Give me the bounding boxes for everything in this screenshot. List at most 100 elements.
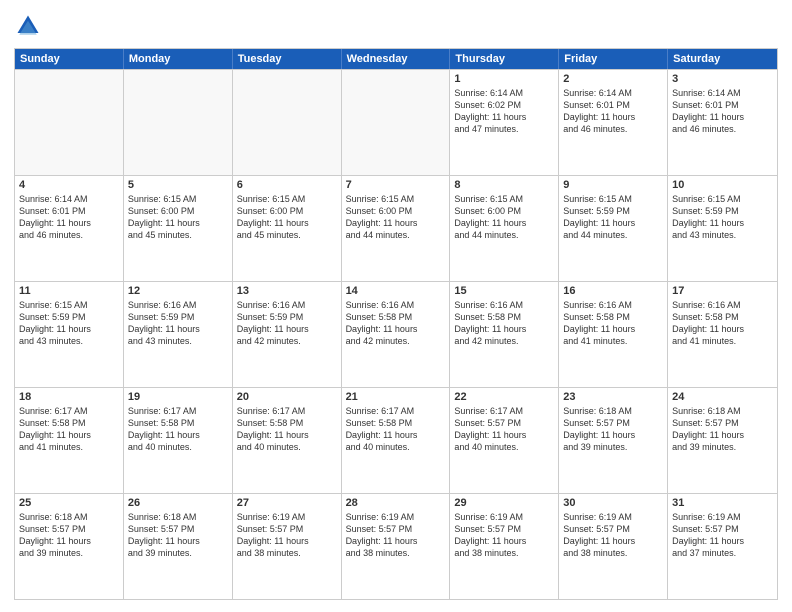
calendar-day-cell: 16 Sunrise: 6:16 AM Sunset: 5:58 PM Dayli… (559, 282, 668, 387)
day-info: Sunrise: 6:15 AM Sunset: 5:59 PM Dayligh… (672, 193, 773, 242)
calendar-day-cell (15, 70, 124, 175)
day-info: Sunrise: 6:19 AM Sunset: 5:57 PM Dayligh… (563, 511, 663, 560)
day-info: Sunrise: 6:14 AM Sunset: 6:01 PM Dayligh… (563, 87, 663, 136)
day-info: Sunrise: 6:16 AM Sunset: 5:58 PM Dayligh… (454, 299, 554, 348)
calendar-week-row: 11 Sunrise: 6:15 AM Sunset: 5:59 PM Dayli… (15, 281, 777, 387)
calendar-day-cell: 10 Sunrise: 6:15 AM Sunset: 5:59 PM Dayli… (668, 176, 777, 281)
calendar-day-cell: 8 Sunrise: 6:15 AM Sunset: 6:00 PM Daylig… (450, 176, 559, 281)
calendar-day-cell (233, 70, 342, 175)
day-info: Sunrise: 6:15 AM Sunset: 6:00 PM Dayligh… (454, 193, 554, 242)
day-number: 31 (672, 497, 773, 509)
calendar-day-cell: 14 Sunrise: 6:16 AM Sunset: 5:58 PM Dayli… (342, 282, 451, 387)
day-info: Sunrise: 6:19 AM Sunset: 5:57 PM Dayligh… (454, 511, 554, 560)
day-info: Sunrise: 6:17 AM Sunset: 5:57 PM Dayligh… (454, 405, 554, 454)
calendar-header-cell: Friday (559, 49, 668, 69)
calendar-day-cell: 2 Sunrise: 6:14 AM Sunset: 6:01 PM Daylig… (559, 70, 668, 175)
calendar-week-row: 25 Sunrise: 6:18 AM Sunset: 5:57 PM Dayli… (15, 493, 777, 599)
calendar-day-cell: 27 Sunrise: 6:19 AM Sunset: 5:57 PM Dayli… (233, 494, 342, 599)
calendar-day-cell: 29 Sunrise: 6:19 AM Sunset: 5:57 PM Dayli… (450, 494, 559, 599)
day-number: 17 (672, 285, 773, 297)
day-info: Sunrise: 6:15 AM Sunset: 6:00 PM Dayligh… (346, 193, 446, 242)
day-number: 3 (672, 73, 773, 85)
page: SundayMondayTuesdayWednesdayThursdayFrid… (0, 0, 792, 612)
day-number: 30 (563, 497, 663, 509)
day-number: 15 (454, 285, 554, 297)
day-number: 25 (19, 497, 119, 509)
calendar-header-cell: Saturday (668, 49, 777, 69)
day-info: Sunrise: 6:18 AM Sunset: 5:57 PM Dayligh… (563, 405, 663, 454)
day-number: 28 (346, 497, 446, 509)
day-info: Sunrise: 6:16 AM Sunset: 5:58 PM Dayligh… (563, 299, 663, 348)
calendar-day-cell: 7 Sunrise: 6:15 AM Sunset: 6:00 PM Daylig… (342, 176, 451, 281)
day-number: 14 (346, 285, 446, 297)
calendar-day-cell: 15 Sunrise: 6:16 AM Sunset: 5:58 PM Dayli… (450, 282, 559, 387)
day-number: 21 (346, 391, 446, 403)
day-info: Sunrise: 6:16 AM Sunset: 5:59 PM Dayligh… (128, 299, 228, 348)
calendar-week-row: 4 Sunrise: 6:14 AM Sunset: 6:01 PM Daylig… (15, 175, 777, 281)
calendar-day-cell: 12 Sunrise: 6:16 AM Sunset: 5:59 PM Dayli… (124, 282, 233, 387)
day-number: 8 (454, 179, 554, 191)
day-info: Sunrise: 6:17 AM Sunset: 5:58 PM Dayligh… (346, 405, 446, 454)
calendar-day-cell: 28 Sunrise: 6:19 AM Sunset: 5:57 PM Dayli… (342, 494, 451, 599)
day-number: 2 (563, 73, 663, 85)
calendar-week-row: 18 Sunrise: 6:17 AM Sunset: 5:58 PM Dayli… (15, 387, 777, 493)
day-info: Sunrise: 6:15 AM Sunset: 6:00 PM Dayligh… (237, 193, 337, 242)
calendar-day-cell: 11 Sunrise: 6:15 AM Sunset: 5:59 PM Dayli… (15, 282, 124, 387)
calendar-day-cell: 21 Sunrise: 6:17 AM Sunset: 5:58 PM Dayli… (342, 388, 451, 493)
day-info: Sunrise: 6:16 AM Sunset: 5:58 PM Dayligh… (346, 299, 446, 348)
calendar-header-cell: Tuesday (233, 49, 342, 69)
day-number: 1 (454, 73, 554, 85)
day-info: Sunrise: 6:14 AM Sunset: 6:02 PM Dayligh… (454, 87, 554, 136)
calendar-header-cell: Thursday (450, 49, 559, 69)
calendar-day-cell: 26Sunrise: 6:18 AM Sunset: 5:57 PM Dayli… (124, 494, 233, 599)
calendar-day-cell: 30 Sunrise: 6:19 AM Sunset: 5:57 PM Dayli… (559, 494, 668, 599)
header (14, 12, 778, 40)
day-info: Sunrise: 6:14 AM Sunset: 6:01 PM Dayligh… (19, 193, 119, 242)
calendar-day-cell: 18 Sunrise: 6:17 AM Sunset: 5:58 PM Dayli… (15, 388, 124, 493)
day-info: Sunrise: 6:19 AM Sunset: 5:57 PM Dayligh… (237, 511, 337, 560)
logo-icon (14, 12, 42, 40)
calendar-day-cell: 22Sunrise: 6:17 AM Sunset: 5:57 PM Dayli… (450, 388, 559, 493)
day-number: 7 (346, 179, 446, 191)
day-number: 13 (237, 285, 337, 297)
day-info: Sunrise: 6:14 AM Sunset: 6:01 PM Dayligh… (672, 87, 773, 136)
day-number: 27 (237, 497, 337, 509)
day-info: Sunrise: 6:17 AM Sunset: 5:58 PM Dayligh… (128, 405, 228, 454)
day-number: 6 (237, 179, 337, 191)
day-number: 20 (237, 391, 337, 403)
calendar-day-cell: 20 Sunrise: 6:17 AM Sunset: 5:58 PM Dayli… (233, 388, 342, 493)
day-number: 18 (19, 391, 119, 403)
day-number: 10 (672, 179, 773, 191)
day-number: 29 (454, 497, 554, 509)
day-number: 5 (128, 179, 228, 191)
calendar-day-cell: 17Sunrise: 6:16 AM Sunset: 5:58 PM Dayli… (668, 282, 777, 387)
day-info: Sunrise: 6:16 AM Sunset: 5:59 PM Dayligh… (237, 299, 337, 348)
day-number: 4 (19, 179, 119, 191)
calendar-day-cell: 3 Sunrise: 6:14 AM Sunset: 6:01 PM Daylig… (668, 70, 777, 175)
day-info: Sunrise: 6:19 AM Sunset: 5:57 PM Dayligh… (346, 511, 446, 560)
day-number: 23 (563, 391, 663, 403)
day-info: Sunrise: 6:17 AM Sunset: 5:58 PM Dayligh… (237, 405, 337, 454)
calendar-day-cell: 25 Sunrise: 6:18 AM Sunset: 5:57 PM Dayli… (15, 494, 124, 599)
calendar-day-cell (342, 70, 451, 175)
day-info: Sunrise: 6:15 AM Sunset: 6:00 PM Dayligh… (128, 193, 228, 242)
day-number: 24 (672, 391, 773, 403)
day-info: Sunrise: 6:17 AM Sunset: 5:58 PM Dayligh… (19, 405, 119, 454)
calendar-header-cell: Monday (124, 49, 233, 69)
calendar: SundayMondayTuesdayWednesdayThursdayFrid… (14, 48, 778, 600)
calendar-day-cell: 6 Sunrise: 6:15 AM Sunset: 6:00 PM Daylig… (233, 176, 342, 281)
day-number: 12 (128, 285, 228, 297)
day-number: 16 (563, 285, 663, 297)
calendar-day-cell: 23 Sunrise: 6:18 AM Sunset: 5:57 PM Dayli… (559, 388, 668, 493)
calendar-day-cell: 24Sunrise: 6:18 AM Sunset: 5:57 PM Dayli… (668, 388, 777, 493)
day-number: 11 (19, 285, 119, 297)
day-info: Sunrise: 6:19 AM Sunset: 5:57 PM Dayligh… (672, 511, 773, 560)
calendar-header: SundayMondayTuesdayWednesdayThursdayFrid… (15, 49, 777, 69)
day-number: 19 (128, 391, 228, 403)
calendar-day-cell: 5 Sunrise: 6:15 AM Sunset: 6:00 PM Daylig… (124, 176, 233, 281)
day-info: Sunrise: 6:18 AM Sunset: 5:57 PM Dayligh… (19, 511, 119, 560)
day-info: Sunrise: 6:15 AM Sunset: 5:59 PM Dayligh… (19, 299, 119, 348)
calendar-day-cell: 9Sunrise: 6:15 AM Sunset: 5:59 PM Daylig… (559, 176, 668, 281)
calendar-header-cell: Wednesday (342, 49, 451, 69)
day-info: Sunrise: 6:15 AM Sunset: 5:59 PM Dayligh… (563, 193, 663, 242)
